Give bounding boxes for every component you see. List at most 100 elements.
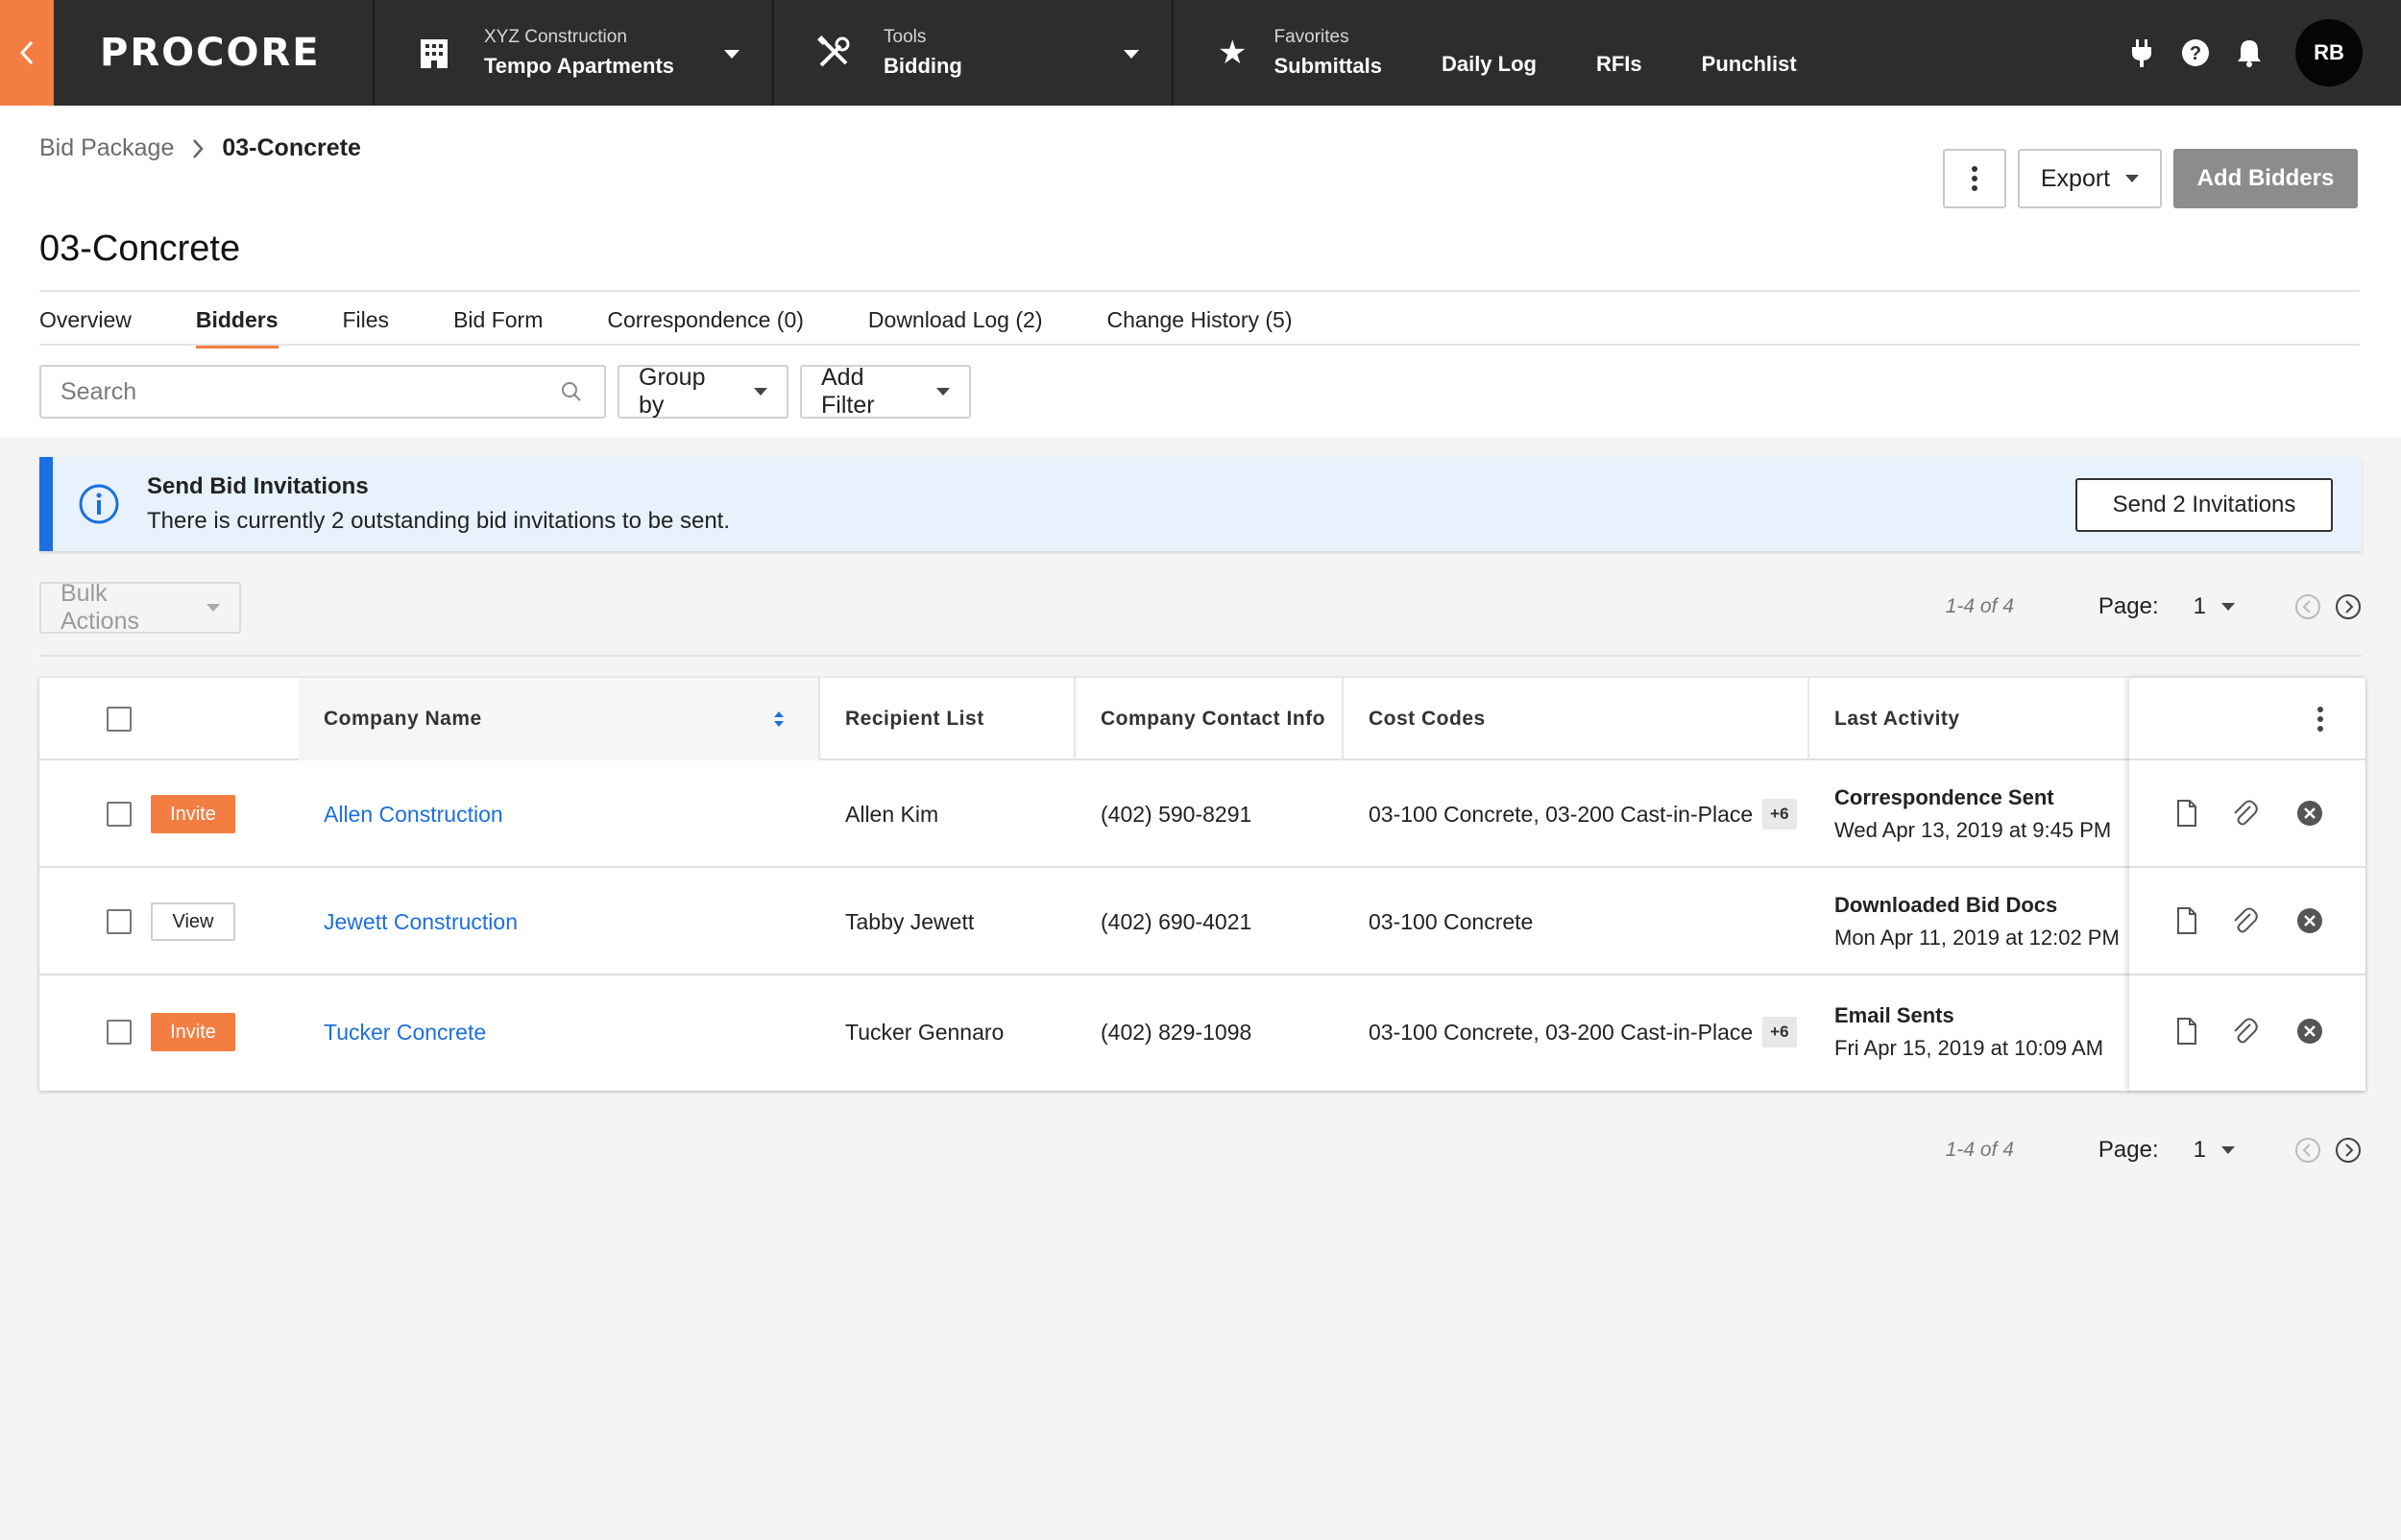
last-activity-cell: Email Sents Fri Apr 15, 2019 at 10:09 AM [1809, 975, 2103, 1089]
chevron-down-icon [1124, 50, 1139, 59]
divider [2129, 866, 2365, 868]
tab-bidders[interactable]: Bidders [195, 307, 279, 349]
column-label: Cost Codes [1369, 708, 1486, 730]
add-bidders-button[interactable]: Add Bidders [2173, 149, 2358, 208]
bell-icon[interactable] [2230, 34, 2268, 72]
row-select-cell [82, 975, 132, 1089]
chevron-left-circle-icon [2295, 1138, 2320, 1163]
more-cost-codes-badge[interactable]: +6 [1762, 1017, 1797, 1047]
cost-codes-cell: 03-100 Concrete, 03-200 Cast-in-Place +6 [1344, 975, 1797, 1089]
plug-icon[interactable] [2122, 34, 2161, 72]
tool-selector[interactable]: Tools Bidding [774, 0, 1174, 106]
tab-bid-form[interactable]: Bid Form [453, 307, 543, 349]
row-actions-column [2129, 678, 2365, 1091]
chevron-left-icon [19, 40, 34, 65]
more-cost-codes-badge[interactable]: +6 [1762, 799, 1797, 830]
nav-utilities: ? RB [2107, 0, 2401, 106]
logo-container: PROCORE [54, 0, 375, 106]
prev-page-button[interactable] [2294, 593, 2321, 620]
export-button[interactable]: Export [2018, 149, 2162, 208]
paperclip-icon[interactable] [2229, 1016, 2260, 1047]
cost-codes-text: 03-100 Concrete, 03-200 Cast-in-Place [1369, 1019, 1754, 1045]
favorite-punchlist[interactable]: Punchlist [1702, 52, 1797, 77]
row-action-cell: Invite [151, 760, 235, 868]
more-options-button[interactable] [1943, 149, 2006, 208]
back-button[interactable] [0, 0, 54, 106]
recipient-cell: Tucker Gennaro [845, 1019, 1005, 1045]
column-company-name[interactable]: Company Name [299, 678, 820, 760]
tab-bar: Overview Bidders Files Bid Form Correspo… [39, 307, 1293, 349]
column-contact-info[interactable]: Company Contact Info [1076, 678, 1344, 760]
select-all-checkbox[interactable] [107, 707, 132, 732]
breadcrumb-bid-package[interactable]: Bid Package [39, 134, 174, 162]
next-page-button[interactable] [2335, 1137, 2362, 1164]
procore-logo[interactable]: PROCORE [100, 31, 321, 75]
tools-icon [812, 32, 855, 74]
search-placeholder: Search [61, 377, 137, 405]
activity-title: Downloaded Bid Docs [1834, 893, 2058, 917]
breadcrumb-current: 03-Concrete [222, 134, 361, 161]
export-label: Export [2040, 164, 2111, 192]
phone-cell: (402) 690-4021 [1101, 908, 1252, 934]
company-link[interactable]: Allen Construction [324, 802, 503, 828]
row-select-cell [82, 868, 132, 975]
chevron-left-circle-icon [2295, 594, 2320, 619]
row-checkbox[interactable] [107, 909, 132, 934]
tab-download-log[interactable]: Download Log (2) [868, 307, 1043, 349]
column-label: Recipient List [845, 708, 984, 730]
column-cost-codes[interactable]: Cost Codes [1344, 678, 1809, 760]
prev-page-button[interactable] [2294, 1137, 2321, 1164]
cost-codes-text: 03-100 Concrete, 03-200 Cast-in-Place [1369, 801, 1754, 827]
column-recipient-list[interactable]: Recipient List [820, 678, 1076, 760]
add-filter-dropdown[interactable]: Add Filter [800, 364, 971, 419]
search-input[interactable]: Search [39, 365, 606, 419]
group-by-dropdown[interactable]: Group by [618, 364, 788, 419]
invite-button[interactable]: Invite [151, 1013, 235, 1051]
project-selector[interactable]: XYZ Construction Tempo Apartments [375, 0, 774, 106]
favorite-daily-log[interactable]: Daily Log [1442, 52, 1537, 77]
help-icon[interactable]: ? [2176, 34, 2215, 72]
document-icon[interactable] [2171, 905, 2202, 936]
row-checkbox[interactable] [107, 802, 132, 827]
bulk-actions-dropdown[interactable]: Bulk Actions [39, 580, 241, 635]
activity-date: Wed Apr 13, 2019 at 9:45 PM [1834, 818, 2112, 842]
column-last-activity[interactable]: Last Activity [1809, 678, 2129, 760]
page-label: Page: [2098, 593, 2159, 619]
document-icon[interactable] [2171, 1016, 2202, 1047]
favorites-bar: ★ Favorites Submittals Daily Log RFIs Pu… [1174, 0, 2107, 106]
favorite-submittals[interactable]: Submittals [1273, 54, 1381, 79]
activity-title: Correspondence Sent [1834, 785, 2054, 809]
remove-icon[interactable] [2294, 1016, 2325, 1047]
company-link[interactable]: Tucker Concrete [324, 1020, 486, 1046]
view-button[interactable]: View [151, 902, 235, 941]
tab-correspondence[interactable]: Correspondence (0) [607, 307, 804, 349]
page-select[interactable]: 1 [2194, 593, 2235, 620]
recipient-cell: Tabby Jewett [845, 908, 975, 934]
send-invitations-button[interactable]: Send 2 Invitations [2075, 478, 2333, 532]
next-page-button[interactable] [2335, 593, 2362, 620]
favorite-rfis[interactable]: RFIs [1596, 52, 1642, 77]
company-link[interactable]: Jewett Construction [324, 909, 518, 935]
remove-icon[interactable] [2294, 905, 2325, 936]
phone-cell: (402) 590-8291 [1101, 801, 1252, 827]
remove-icon[interactable] [2294, 798, 2325, 829]
page-select[interactable]: 1 [2194, 1137, 2235, 1164]
tab-change-history[interactable]: Change History (5) [1106, 307, 1292, 349]
paperclip-icon[interactable] [2229, 905, 2260, 936]
divider [2129, 974, 2365, 975]
pagination-bottom: 1-4 of 4 Page: 1 [1946, 1137, 2362, 1164]
row-action-cell: View [151, 868, 235, 975]
phone-cell: (402) 829-1098 [1101, 1019, 1252, 1045]
table-row: View Jewett Construction Tabby Jewett (4… [39, 868, 2365, 975]
column-settings-kebab[interactable] [2305, 704, 2336, 734]
add-filter-label: Add Filter [821, 364, 875, 419]
tab-files[interactable]: Files [343, 307, 390, 349]
tab-overview[interactable]: Overview [39, 307, 132, 349]
avatar[interactable]: RB [2295, 19, 2363, 86]
kebab-icon [2317, 707, 2323, 732]
paperclip-icon[interactable] [2229, 798, 2260, 829]
document-icon[interactable] [2171, 798, 2202, 829]
pagination-top: 1-4 of 4 Page: 1 [1946, 593, 2362, 620]
invite-button[interactable]: Invite [151, 795, 235, 833]
row-checkbox[interactable] [107, 1020, 132, 1045]
